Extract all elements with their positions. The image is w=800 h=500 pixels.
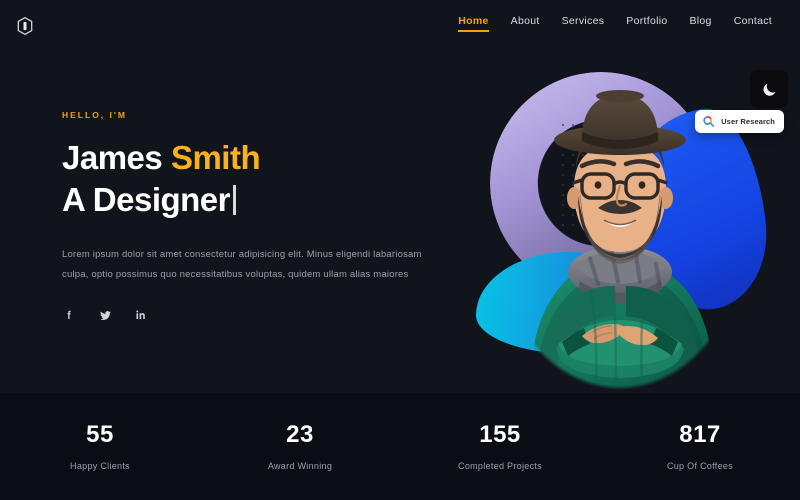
twitter-glyph (99, 310, 111, 320)
dark-mode-toggle-button[interactable] (750, 70, 788, 108)
linkedin-icon[interactable] (134, 308, 148, 322)
logo-glyph (17, 16, 33, 36)
social-links (62, 308, 442, 322)
hero-greeting: HELLO, I'M (62, 110, 127, 120)
nav-item-portfolio[interactable]: Portfolio (626, 15, 667, 32)
stat-value: 817 (679, 420, 721, 448)
stat-cup-of-coffees: 817 Cup Of Coffees (600, 420, 800, 471)
hero-description: Lorem ipsum dolor sit amet consectetur a… (62, 249, 422, 280)
monogram-logo-icon[interactable] (14, 15, 36, 37)
twitter-icon[interactable] (98, 308, 112, 322)
moon-icon (763, 83, 776, 96)
hero-name-line: James Smith (62, 137, 442, 179)
stats-section: 55 Happy Clients 23 Award Winning 155 Co… (0, 393, 800, 500)
hero-role-line: A Designer (62, 179, 442, 221)
main-nav: Home About Services Portfolio Blog Conta… (458, 15, 772, 32)
stat-label: Completed Projects (458, 460, 542, 471)
nav-item-about[interactable]: About (511, 15, 540, 32)
nav-item-home[interactable]: Home (458, 15, 490, 32)
page-title: James Smith A Designer (62, 137, 442, 221)
user-research-badge[interactable]: User Research (695, 110, 784, 133)
site-header: Home About Services Portfolio Blog Conta… (0, 0, 800, 50)
nav-item-blog[interactable]: Blog (689, 15, 711, 32)
stat-completed-projects: 155 Completed Projects (400, 420, 600, 471)
stat-label: Award Winning (267, 460, 333, 471)
facebook-icon[interactable] (62, 308, 76, 322)
stat-happy-clients: 55 Happy Clients (0, 420, 200, 471)
hero-last-name: Smith (170, 139, 261, 176)
stat-value: 23 (286, 420, 314, 448)
facebook-glyph (67, 311, 71, 320)
search-icon (703, 116, 715, 127)
hero-first-name: James (62, 139, 171, 176)
nav-item-contact[interactable]: Contact (734, 15, 772, 32)
nav-item-services[interactable]: Services (562, 15, 605, 32)
hero-artwork: User Research (472, 58, 784, 390)
badge-label: User Research (721, 117, 775, 126)
stat-award-winning: 23 Award Winning (200, 420, 400, 471)
typing-cursor (233, 185, 236, 216)
linkedin-glyph (136, 310, 145, 320)
hero-role: A Designer (62, 181, 231, 219)
hero-text-block: HELLO, I'M James Smith A Designer Lorem … (62, 110, 442, 322)
stat-value: 55 (86, 420, 114, 448)
hero-section: HELLO, I'M James Smith A Designer Lorem … (0, 50, 800, 393)
stat-value: 155 (479, 420, 521, 448)
stat-label: Cup Of Coffees (666, 460, 734, 471)
stat-label: Happy Clients (70, 460, 130, 471)
